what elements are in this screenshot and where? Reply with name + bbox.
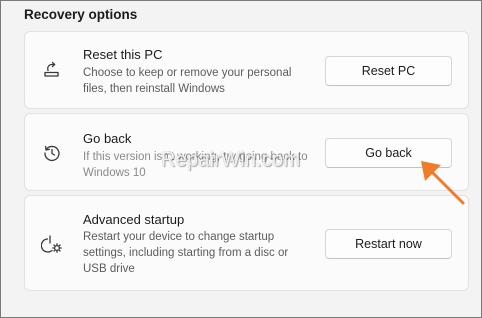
history-icon (41, 142, 63, 164)
go-back-title: Go back (83, 131, 132, 146)
advanced-startup-description: Restart your device to change startup se… (83, 231, 289, 275)
go-back-button[interactable]: Go back (325, 138, 452, 168)
advanced-startup-card: Advanced startup Restart your device to … (24, 195, 469, 291)
reset-pc-button[interactable]: Reset PC (325, 56, 452, 86)
section-title: Recovery options (24, 7, 138, 22)
advanced-startup-title: Advanced startup (83, 212, 185, 227)
reset-pc-icon (41, 59, 63, 81)
reset-this-pc-title: Reset this PC (83, 47, 163, 62)
go-back-card: Go back If this version isn't working, t… (24, 113, 469, 191)
reset-this-pc-description: Choose to keep or remove your personal f… (83, 67, 292, 95)
restart-now-button[interactable]: Restart now (325, 229, 452, 259)
go-back-description: If this version isn't working, try going… (83, 151, 308, 179)
power-gear-icon (40, 233, 63, 255)
reset-this-pc-card: Reset this PC Choose to keep or remove y… (24, 31, 469, 109)
